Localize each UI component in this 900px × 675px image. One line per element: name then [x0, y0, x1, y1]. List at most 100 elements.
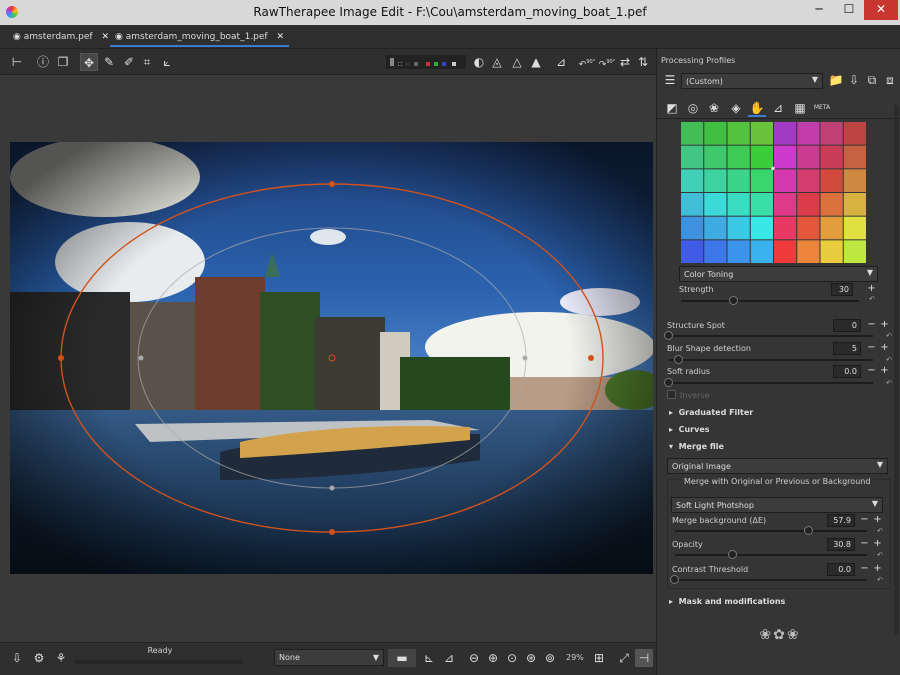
- contrast-threshold-slider[interactable]: [675, 579, 867, 581]
- fullscreen-icon[interactable]: ⤢: [615, 649, 633, 667]
- queue-icon[interactable]: ⚙: [30, 649, 48, 667]
- structure-spot-plus-button[interactable]: +: [880, 319, 889, 330]
- opacity-minus-button[interactable]: −: [860, 538, 869, 549]
- soft-radius-minus-button[interactable]: −: [867, 365, 876, 376]
- maximize-button[interactable]: ☐: [836, 0, 862, 20]
- blur-shape-plus-button[interactable]: +: [880, 342, 889, 353]
- zoom-fit-crop-icon[interactable]: ⊛: [522, 649, 540, 667]
- warning-icon[interactable]: ▲: [527, 53, 545, 71]
- color-toning-grid[interactable]: [681, 122, 867, 264]
- merge-background-minus-button[interactable]: −: [860, 514, 869, 525]
- straighten-icon[interactable]: ⟀: [158, 53, 176, 71]
- structure-spot-reset-icon[interactable]: ↶: [886, 332, 892, 340]
- navigator-icon[interactable]: ⊾: [420, 649, 438, 667]
- tab-close-icon[interactable]: ✕: [101, 32, 109, 42]
- opacity-slider[interactable]: [675, 554, 867, 556]
- external-editor-icon[interactable]: ⚘: [52, 649, 70, 667]
- save-image-icon[interactable]: ⇩: [8, 649, 26, 667]
- opacity-slider-knob[interactable]: [727, 550, 737, 559]
- save-profile-icon[interactable]: ⇩: [845, 71, 863, 89]
- zoom-out-icon[interactable]: ⊖: [465, 649, 483, 667]
- rotate-right-icon[interactable]: ↷90°: [598, 53, 616, 71]
- panel-scrollbar[interactable]: [894, 105, 899, 635]
- opacity-reset-icon[interactable]: ↶: [877, 551, 883, 559]
- structure-spot-slider[interactable]: [669, 335, 873, 337]
- merge-background-slider[interactable]: [675, 530, 867, 532]
- strength-slider-knob[interactable]: [729, 296, 739, 305]
- profile-combo[interactable]: (Custom) ▼: [681, 73, 823, 89]
- exposure-tab-icon[interactable]: ◩: [663, 99, 681, 117]
- before-after-icon[interactable]: ❐: [54, 53, 72, 71]
- clipping-highlight-icon[interactable]: △: [508, 53, 526, 71]
- detail-tab-icon[interactable]: ◎: [684, 99, 702, 117]
- rotate-left-icon[interactable]: ↶90°: [578, 53, 596, 71]
- soft-radius-slider-knob[interactable]: [664, 378, 673, 387]
- locallab-tab-icon[interactable]: ✋: [748, 99, 766, 117]
- soft-radius-plus-button[interactable]: +: [880, 365, 889, 376]
- blur-shape-slider[interactable]: [669, 359, 873, 361]
- merge-background-reset-icon[interactable]: ↶: [877, 527, 883, 535]
- merge-background-plus-button[interactable]: +: [873, 514, 882, 525]
- close-button[interactable]: ✕: [864, 0, 898, 20]
- blend-mode-select[interactable]: Soft Light Photshop ▼: [671, 497, 883, 513]
- minimize-button[interactable]: ─: [806, 0, 832, 20]
- apply-profile-icon[interactable]: ▬: [388, 649, 416, 667]
- contrast-threshold-reset-icon[interactable]: ↶: [877, 576, 883, 584]
- blur-shape-slider-knob[interactable]: [674, 355, 684, 364]
- paste-profile-icon[interactable]: ⧈: [881, 71, 899, 89]
- white-balance-picker-icon[interactable]: ✐: [120, 53, 138, 71]
- flip-vertical-icon[interactable]: ⇅: [634, 53, 652, 71]
- clipping-shadow-icon[interactable]: ◬: [488, 53, 506, 71]
- history-panel-icon[interactable]: ⊢: [8, 53, 26, 71]
- color-tab-icon[interactable]: ❀: [705, 99, 723, 117]
- structure-spot-slider-knob[interactable]: [664, 331, 673, 340]
- contrast-threshold-slider-knob[interactable]: [670, 575, 679, 584]
- preview-image[interactable]: [10, 142, 653, 574]
- strength-value[interactable]: 30: [831, 283, 853, 296]
- contrast-threshold-value[interactable]: 0.0: [827, 563, 855, 576]
- histogram-icon[interactable]: ⊿: [552, 53, 570, 71]
- structure-spot-value[interactable]: 0: [833, 319, 861, 332]
- curves-expander[interactable]: ▸ Curves: [669, 425, 710, 434]
- strength-reset-icon[interactable]: ↶: [869, 295, 875, 303]
- color-toning-method-select[interactable]: Color Toning ▼: [679, 266, 878, 282]
- blur-shape-minus-button[interactable]: −: [867, 342, 876, 353]
- toggle-right-panel-icon[interactable]: ⊣: [635, 649, 653, 667]
- zoom-100-icon[interactable]: ⊚: [541, 649, 559, 667]
- raw-tab-icon[interactable]: ▦: [791, 99, 809, 117]
- profile-list-icon[interactable]: ☰: [661, 71, 679, 89]
- copy-profile-icon[interactable]: ⧉: [863, 71, 881, 89]
- advanced-tab-icon[interactable]: ◈: [727, 99, 745, 117]
- strength-slider[interactable]: [681, 300, 859, 302]
- tab-amsterdam[interactable]: ◉ amsterdam.pef ✕: [8, 28, 114, 47]
- info-icon[interactable]: ⓘ: [34, 53, 52, 71]
- flip-horizontal-icon[interactable]: ⇄: [616, 53, 634, 71]
- merge-file-expander[interactable]: ▾ Merge file: [669, 442, 724, 451]
- color-picker-icon[interactable]: ✎: [100, 53, 118, 71]
- tab-close-icon[interactable]: ✕: [276, 32, 284, 42]
- merge-source-select[interactable]: Original Image ▼: [667, 458, 888, 474]
- transform-tab-icon[interactable]: ⊿: [769, 99, 787, 117]
- inverse-checkbox[interactable]: [667, 390, 676, 399]
- blur-shape-reset-icon[interactable]: ↶: [886, 356, 892, 364]
- meta-tab-icon[interactable]: META: [813, 99, 831, 117]
- tab-amsterdam-moving-boat[interactable]: ◉ amsterdam_moving_boat_1.pef ✕: [110, 28, 290, 47]
- graduated-filter-expander[interactable]: ▸ Graduated Filter: [669, 408, 753, 417]
- hand-icon[interactable]: ✥: [80, 53, 98, 71]
- fit-icon[interactable]: ⊿: [440, 649, 458, 667]
- focus-mask-icon[interactable]: ◐: [470, 53, 488, 71]
- open-profile-icon[interactable]: 📁: [827, 71, 845, 89]
- blur-shape-value[interactable]: 5: [833, 342, 861, 355]
- crop-icon[interactable]: ⌗: [138, 53, 156, 71]
- soft-radius-reset-icon[interactable]: ↶: [886, 379, 892, 387]
- contrast-threshold-plus-button[interactable]: +: [873, 563, 882, 574]
- strength-plus-button[interactable]: +: [867, 283, 876, 294]
- zoom-fit-icon[interactable]: ⊙: [503, 649, 521, 667]
- merge-background-value[interactable]: 57.9: [827, 514, 855, 527]
- profile-select[interactable]: None ▼: [274, 649, 384, 666]
- opacity-value[interactable]: 30.8: [827, 538, 855, 551]
- mask-modifications-expander[interactable]: ▸ Mask and modifications: [669, 597, 785, 606]
- zoom-in-icon[interactable]: ⊕: [484, 649, 502, 667]
- new-detail-window-icon[interactable]: ⊞: [590, 649, 608, 667]
- structure-spot-minus-button[interactable]: −: [867, 319, 876, 330]
